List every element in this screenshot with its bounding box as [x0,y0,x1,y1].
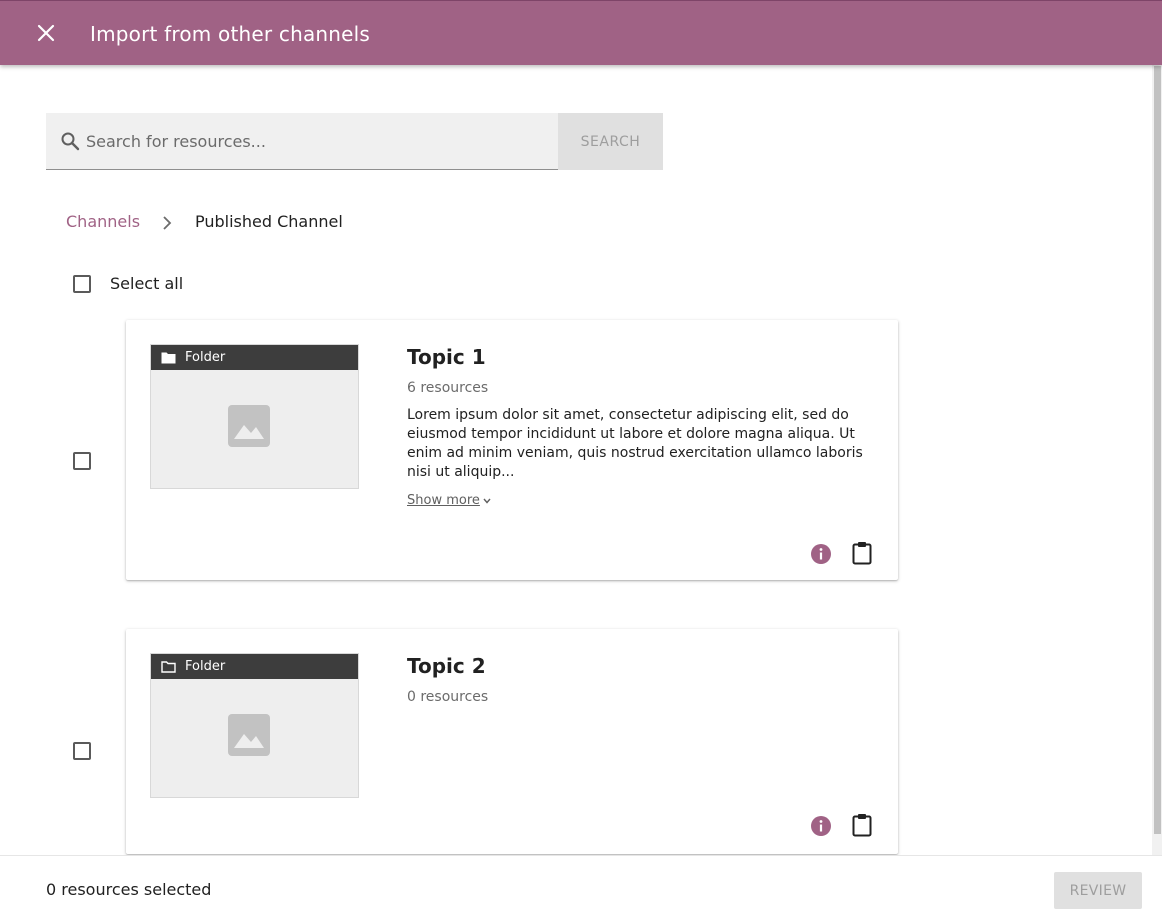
select-all-label[interactable]: Select all [110,274,183,293]
selected-count: 0 resources selected [46,880,212,899]
resource-count: 0 resources [407,689,489,705]
resource-count: 6 resources [407,380,489,396]
dialog-title: Import from other channels [90,22,371,46]
topic-thumbnail: Folder [150,344,359,489]
thumbnail-kind-label: Folder [185,350,226,365]
selection-footer: 0 resources selected REVIEW [0,855,1162,917]
topic-card[interactable]: Folder Topic 1 6 resources Lorem ipsum d… [126,320,898,580]
topic-1-checkbox[interactable] [73,452,91,470]
select-all-checkbox[interactable] [73,275,91,293]
topic-2-checkbox[interactable] [73,742,91,760]
review-button[interactable]: REVIEW [1054,872,1142,909]
chevron-down-icon[interactable] [481,496,493,506]
clipboard-icon[interactable] [851,813,873,837]
info-icon[interactable] [810,543,832,565]
breadcrumb-channels-link[interactable]: Channels [66,212,140,231]
thumbnail-kind-bar: Folder [151,654,358,679]
scrollbar-thumb[interactable] [1154,66,1161,834]
show-more-link[interactable]: Show more [407,493,480,508]
info-icon[interactable] [810,815,832,837]
topic-title: Topic 1 [407,345,486,369]
topic-card[interactable]: Folder Topic 2 0 resources [126,629,898,854]
search-button[interactable]: SEARCH [558,113,663,170]
topic-title: Topic 2 [407,654,486,678]
close-button[interactable] [32,19,60,47]
topic-thumbnail: Folder [150,653,359,798]
chevron-right-icon [163,216,172,230]
thumbnail-kind-label: Folder [185,659,226,674]
search-icon [61,132,80,151]
search-input[interactable] [86,113,546,169]
image-placeholder-icon [228,714,270,756]
folder-outline-icon [161,661,176,673]
folder-icon [161,352,176,364]
app-bar: Import from other channels [0,0,1162,65]
topic-description: Lorem ipsum dolor sit amet, consectetur … [407,407,863,480]
close-icon [37,24,55,42]
breadcrumb-current: Published Channel [195,212,343,231]
clipboard-icon[interactable] [851,541,873,565]
image-placeholder-icon [228,405,270,447]
search-field[interactable] [46,113,558,170]
thumbnail-kind-bar: Folder [151,345,358,370]
